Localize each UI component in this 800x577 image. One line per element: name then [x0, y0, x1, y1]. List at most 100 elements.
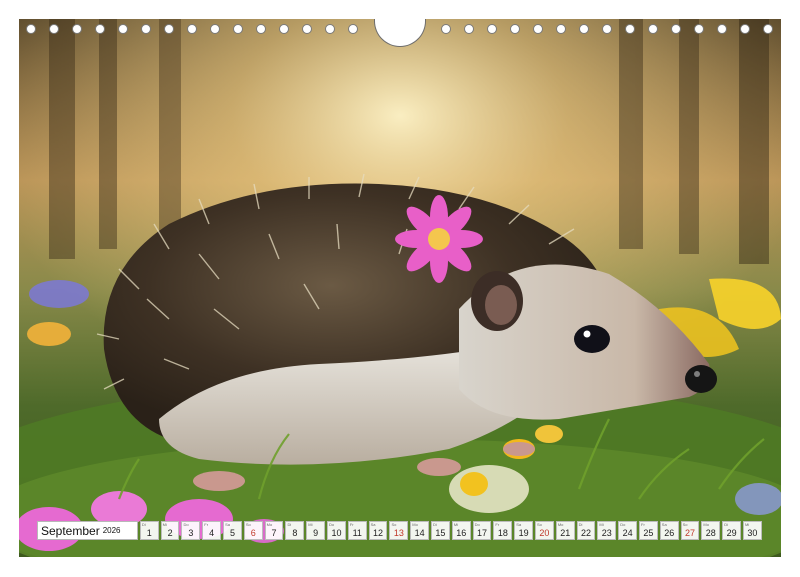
- binding-hole: [441, 24, 451, 34]
- day-of-week: Mo: [557, 522, 564, 527]
- binding-hole: [579, 24, 589, 34]
- day-of-week: So: [682, 522, 688, 527]
- day-of-week: So: [537, 522, 542, 527]
- binding-hole: [763, 24, 773, 34]
- calendar-day: Fr 4: [202, 521, 222, 540]
- calendar-day: So 13: [389, 521, 409, 540]
- day-of-week: So: [245, 522, 251, 527]
- calendar-day: So 27: [680, 521, 700, 540]
- day-of-week: Mo: [412, 522, 418, 527]
- day-of-week: Di: [287, 522, 292, 527]
- calendar-day: Do 17: [472, 521, 492, 540]
- day-of-week: Do: [183, 522, 189, 527]
- day-number: 21: [560, 528, 571, 538]
- day-number: 6: [250, 528, 256, 538]
- day-number: 30: [747, 528, 758, 538]
- day-of-week: Do: [620, 522, 626, 527]
- day-of-week: So: [391, 522, 397, 527]
- calendar-day: Di 8: [285, 521, 305, 540]
- binding-hole: [602, 24, 612, 34]
- day-number: 11: [352, 528, 362, 538]
- day-number: 8: [292, 528, 298, 538]
- day-number: 20: [539, 528, 550, 538]
- calendar-strip: September 2026 Di 1 Mi 2 Do 3 Fr 4 Sa 5 So 6 Mo 7 Di 8 M…: [37, 521, 764, 540]
- binding-hole: [95, 24, 105, 34]
- binding-hole: [26, 24, 36, 34]
- day-number: 1: [146, 528, 152, 538]
- day-of-week: Mi: [308, 522, 313, 527]
- day-of-week: Fr: [495, 522, 500, 527]
- calendar-day: Di 1: [139, 521, 159, 540]
- binding-hole: [717, 24, 727, 34]
- day-of-week: Sa: [370, 522, 376, 527]
- calendar-day: So 6: [243, 521, 263, 540]
- binding-hole: [118, 24, 128, 34]
- binding-hole: [325, 24, 335, 34]
- binding-hole: [487, 24, 497, 34]
- day-number: 24: [622, 528, 633, 538]
- day-of-week: Do: [329, 522, 335, 527]
- day-number: 13: [393, 528, 404, 538]
- calendar-day: Mi 30: [742, 521, 762, 540]
- day-of-week: Sa: [225, 522, 230, 527]
- day-of-week: Di: [141, 522, 146, 527]
- calendar-day: Mi 2: [160, 521, 180, 540]
- day-number: 22: [581, 528, 592, 538]
- day-of-week: Di: [578, 522, 583, 527]
- month-label: September 2026: [37, 521, 138, 540]
- day-number: 25: [643, 528, 654, 538]
- day-number: 10: [331, 528, 342, 538]
- calendar-day: Do 24: [618, 521, 637, 540]
- day-of-week: Mi: [453, 522, 459, 527]
- binding-hole: [533, 24, 543, 34]
- day-number: 26: [664, 528, 675, 538]
- day-of-week: Di: [724, 522, 728, 527]
- day-of-week: Mi: [744, 522, 750, 527]
- day-number: 19: [518, 528, 529, 538]
- day-number: 12: [373, 528, 384, 538]
- day-of-week: Mo: [703, 522, 709, 527]
- day-number: 28: [705, 528, 716, 538]
- day-number: 4: [209, 528, 215, 538]
- binding-hole: [671, 24, 681, 34]
- binding-hole: [648, 24, 658, 34]
- day-number: 17: [477, 528, 488, 538]
- binding-hole: [694, 24, 704, 34]
- day-number: 5: [229, 528, 235, 538]
- calendar-day: Sa 5: [223, 521, 242, 540]
- hedgehog-illustration: [19, 19, 781, 557]
- day-of-week: Di: [433, 522, 437, 527]
- binding-hole: [625, 24, 635, 34]
- day-of-week: Fr: [204, 522, 209, 527]
- day-number: 29: [726, 528, 737, 538]
- month-name: September: [41, 523, 100, 538]
- month-year: 2026: [102, 526, 121, 535]
- binding-hole: [279, 24, 289, 34]
- day-number: 16: [456, 528, 467, 538]
- binding-hole: [464, 24, 474, 34]
- calendar-day: Do 3: [181, 521, 201, 540]
- binding-hole: [187, 24, 197, 34]
- calendar-day: Mi 9: [306, 521, 326, 540]
- day-of-week: Mo: [266, 522, 273, 527]
- binding-hole: [740, 24, 750, 34]
- calendar-day: Sa 19: [514, 521, 534, 540]
- calendar-day: Mo 7: [264, 521, 284, 540]
- hedgehog-photo: [19, 19, 781, 557]
- day-of-week: Do: [474, 522, 480, 527]
- binding-hole: [556, 24, 566, 34]
- calendar-day: Di 15: [431, 521, 450, 540]
- calendar-day: Mi 16: [451, 521, 471, 540]
- day-number: 27: [684, 528, 695, 538]
- calendar-day: Sa 12: [368, 521, 388, 540]
- pink-flower: [395, 195, 483, 283]
- binding-hole: [141, 24, 151, 34]
- calendar-day: Mo 21: [555, 521, 575, 540]
- calendar-day: Fr 25: [639, 521, 658, 540]
- day-of-week: Fr: [641, 522, 645, 527]
- day-number: 18: [497, 528, 508, 538]
- calendar-day: Di 22: [576, 521, 596, 540]
- day-number: 15: [435, 528, 446, 538]
- day-number: 23: [601, 528, 612, 538]
- binding-hole: [348, 24, 358, 34]
